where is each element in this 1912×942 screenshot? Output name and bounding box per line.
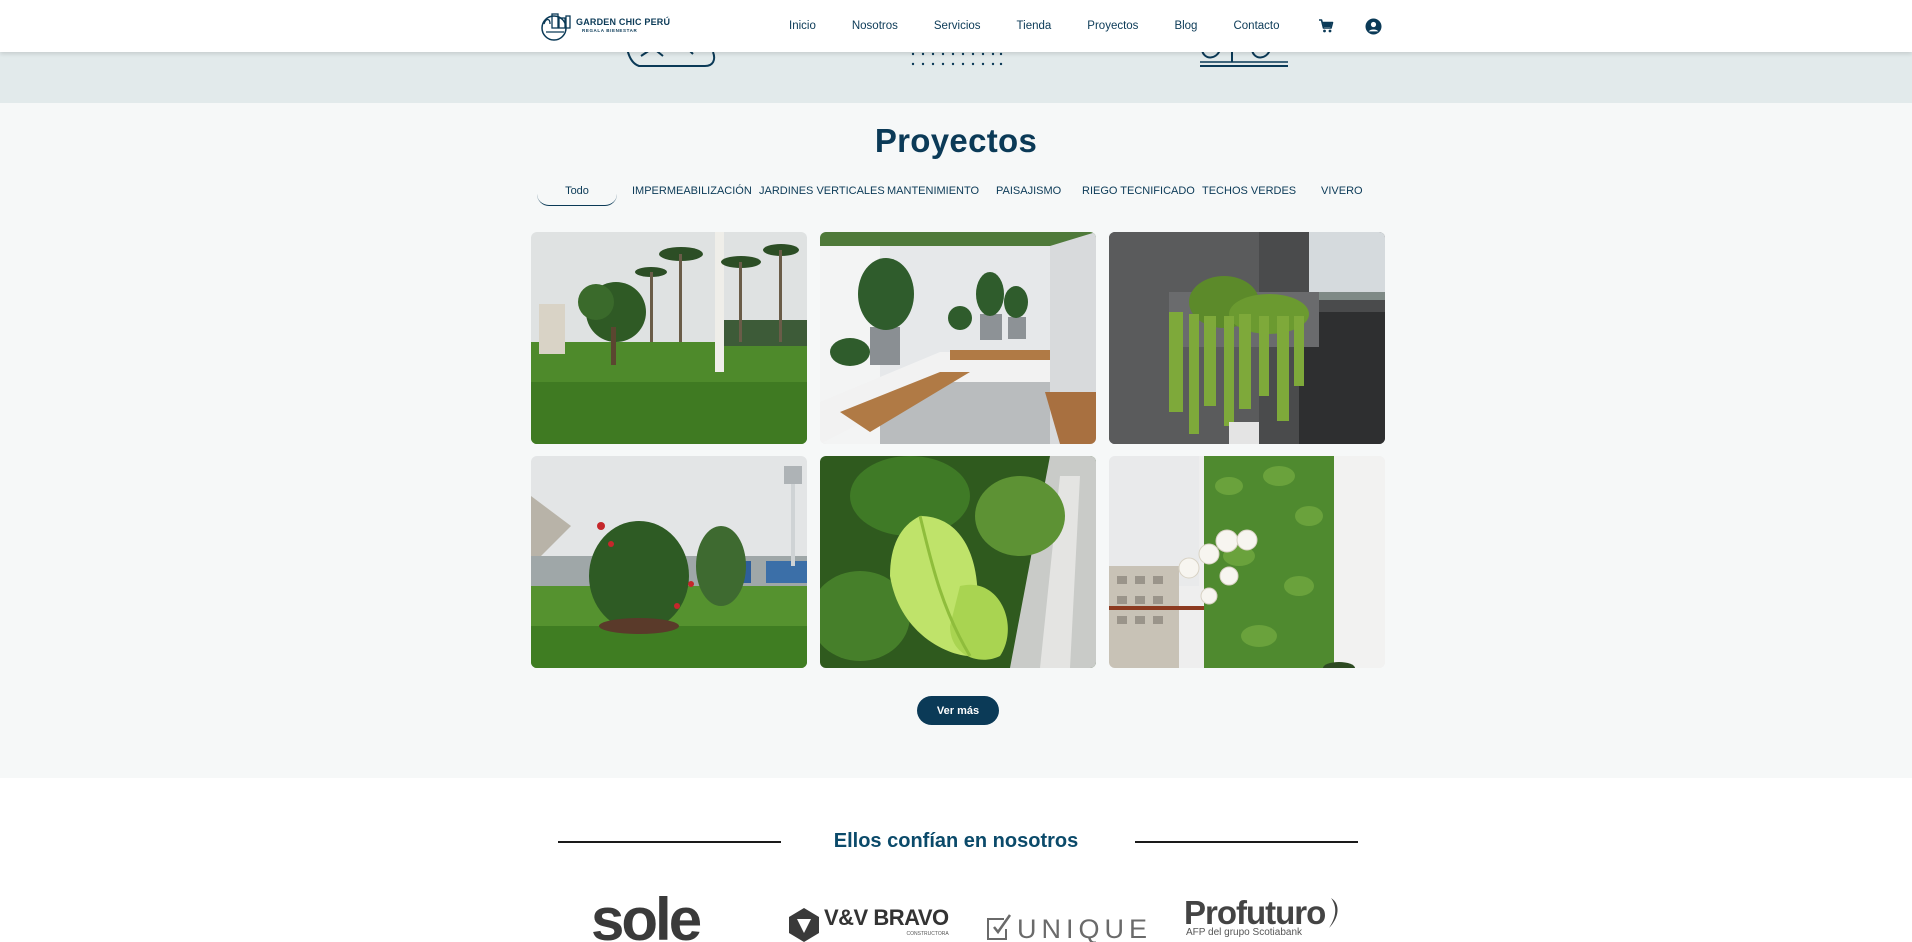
client-logo-unique: UNIQUE [986, 908, 1152, 942]
hibiscus-shrub-lawn-photo[interactable] [531, 456, 807, 668]
nav-link-proyectos[interactable]: Proyectos [1087, 20, 1138, 32]
brand-logo[interactable]: GARDEN CHIC PERÚ REGALA BIENESTAR [540, 10, 670, 42]
clients-divider-right [1135, 841, 1358, 843]
logo-name: GARDEN CHIC PERÚ [576, 17, 671, 28]
filter-tab-mantenimiento[interactable]: MANTENIMIENTO [887, 185, 979, 197]
client-logo-sole: sole [591, 890, 702, 942]
site-header: GARDEN CHIC PERÚ REGALA BIENESTAR Inicio… [0, 0, 1912, 52]
cart-icon[interactable] [1316, 16, 1336, 36]
filter-tab-jardines-verticales[interactable]: JARDINES VERTICALES [759, 185, 885, 197]
client-logo-profuturo: Profuturo AFP del grupo Scotiabank [1184, 896, 1343, 938]
filter-tab-techos-verdes[interactable]: TECHOS VERDES [1202, 185, 1296, 197]
vv-bravo-name: V&V BRAVO [824, 905, 949, 930]
park-lawn-palm-trees-photo[interactable] [531, 232, 807, 444]
user-account-icon[interactable] [1363, 16, 1383, 36]
main-nav: Inicio Nosotros Servicios Tienda Proyect… [789, 0, 1316, 52]
nav-link-servicios[interactable]: Servicios [934, 20, 981, 32]
unique-name: UNIQUE [1017, 914, 1153, 942]
ver-mas-button[interactable]: Ver más [917, 696, 999, 725]
filter-tab-vivero[interactable]: VIVERO [1321, 185, 1363, 197]
nav-link-blog[interactable]: Blog [1174, 20, 1197, 32]
white-terrace-potted-plants-photo[interactable] [820, 232, 1096, 444]
client-logo-vv-bravo: V&V BRAVO CONSTRUCTORA [788, 907, 949, 942]
profuturo-sub: AFP del grupo Scotiabank [1186, 927, 1303, 938]
projects-title: Proyectos [874, 122, 1038, 159]
vv-bravo-mark-icon [789, 908, 819, 942]
client-logo-sole-text: sole [591, 886, 702, 942]
filter-tab-paisajismo[interactable]: PAISAJISMO [996, 185, 1061, 197]
clients-section: Ellos confían en nosotros sole V&V BRAVO… [0, 778, 1912, 942]
vv-bravo-sub: CONSTRUCTORA [906, 931, 949, 937]
profuturo-swoosh-icon [1329, 898, 1338, 928]
garden-city-logo-icon [541, 13, 571, 41]
green-leaf-closeup-photo[interactable] [820, 456, 1096, 668]
nav-link-inicio[interactable]: Inicio [789, 20, 816, 32]
filter-tab-todo[interactable]: Todo [537, 185, 617, 206]
filter-tab-impermeabilizacion[interactable]: IMPERMEABILIZACIÓN [632, 185, 752, 197]
nav-link-tienda[interactable]: Tienda [1017, 20, 1052, 32]
nav-link-contacto[interactable]: Contacto [1233, 20, 1279, 32]
nav-link-nosotros[interactable]: Nosotros [852, 20, 898, 32]
filter-tab-riego-tecnificado[interactable]: RIEGO TECNIFICADO [1082, 185, 1195, 197]
vertical-garden-orchids-photo[interactable] [1109, 456, 1385, 668]
profuturo-name: Profuturo [1184, 894, 1326, 931]
logo-tagline: REGALA BIENESTAR [582, 28, 638, 34]
unique-checkmark-icon [987, 913, 1012, 940]
clients-title: Ellos confían en nosotros [833, 830, 1079, 852]
balcony-hanging-plants-photo[interactable] [1109, 232, 1385, 444]
